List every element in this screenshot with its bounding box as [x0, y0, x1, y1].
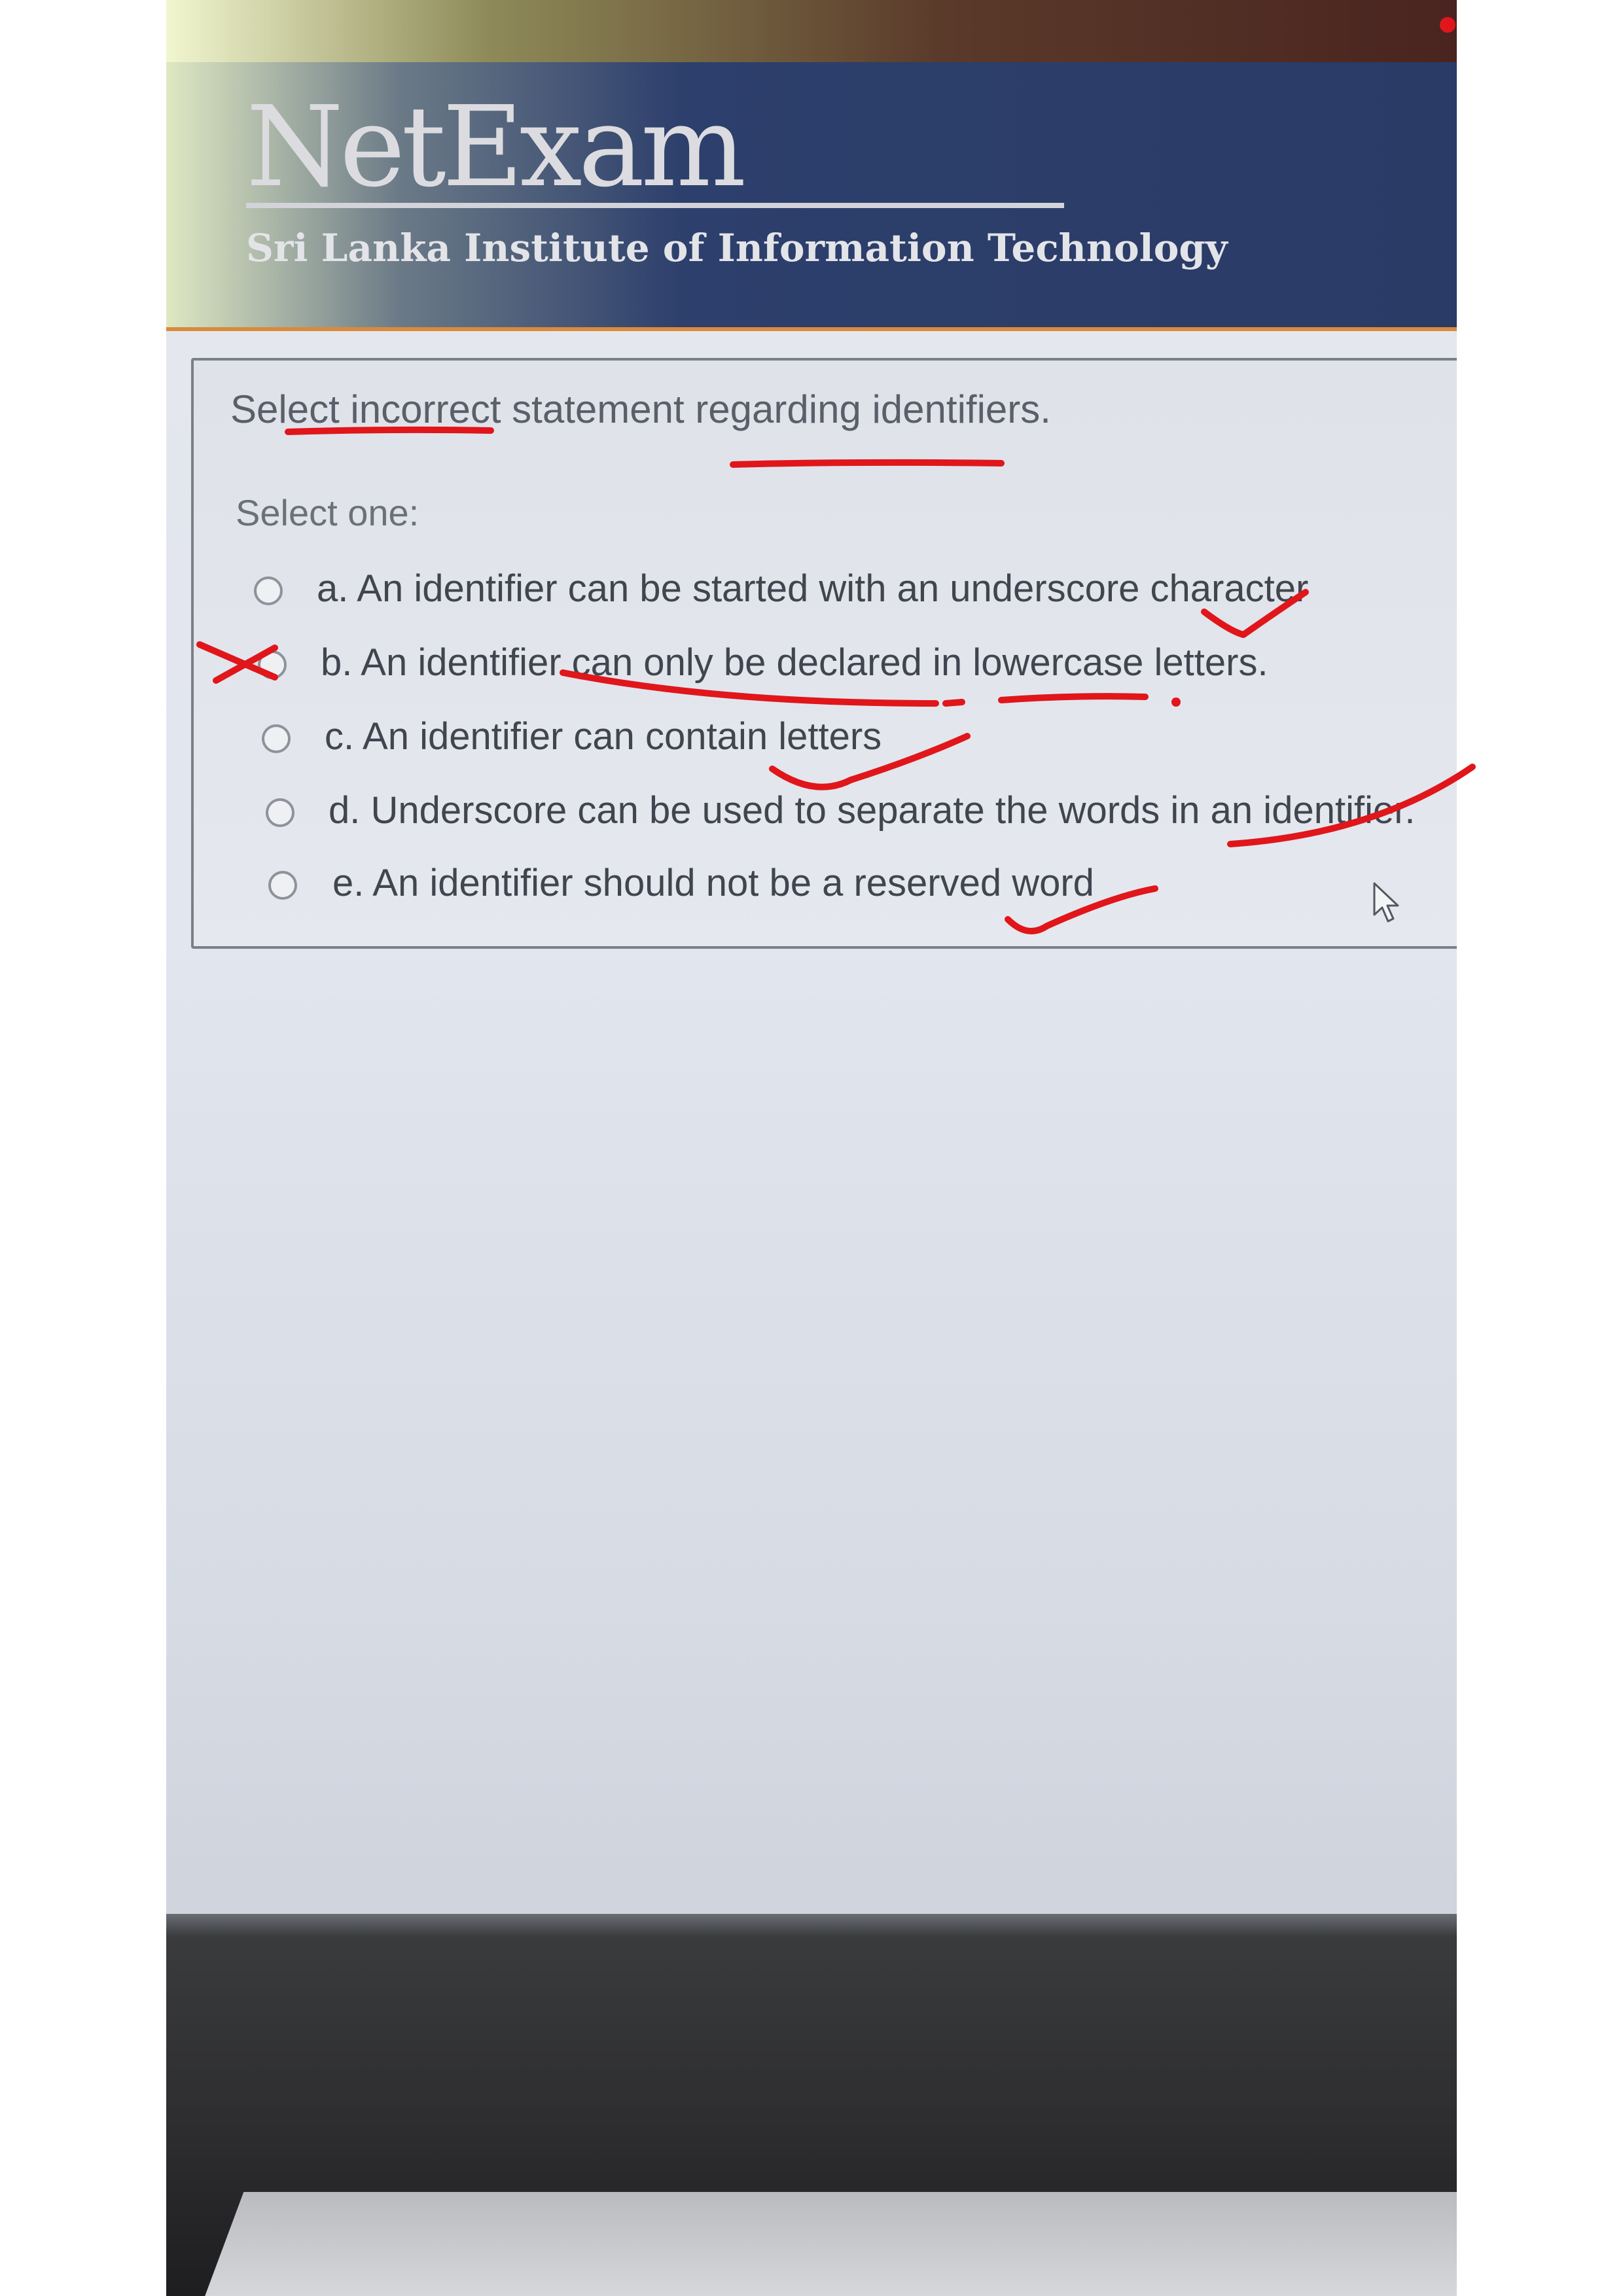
option-b-label[interactable]: b. An identifier can only be declared in…	[321, 641, 1268, 684]
option-e-radio[interactable]	[268, 871, 297, 900]
logo-subtitle: Sri Lanka Institute of Information Techn…	[246, 226, 1228, 270]
option-a-radio[interactable]	[254, 576, 283, 605]
option-d-label[interactable]: d. Underscore can be used to separate th…	[329, 788, 1415, 832]
top-background	[166, 0, 1457, 65]
question-text: Select incorrect statement regarding ide…	[230, 387, 1051, 431]
site-header: NetExam Sri Lanka Institute of Informati…	[166, 62, 1457, 331]
option-a-label[interactable]: a. An identifier can be started with an …	[317, 567, 1308, 610]
option-c-label[interactable]: c. An identifier can contain letters	[325, 715, 882, 758]
select-one-prompt: Select one:	[236, 492, 419, 533]
photo-of-screen: NetExam Sri Lanka Institute of Informati…	[166, 0, 1457, 2296]
option-e-label[interactable]: e. An identifier should not be a reserve…	[332, 861, 1094, 905]
logo-title: NetExam	[246, 82, 746, 212]
mouse-pointer-icon	[1373, 882, 1399, 923]
option-d-radio[interactable]	[266, 798, 294, 827]
logo-divider	[246, 203, 1064, 208]
option-b-radio[interactable]	[258, 650, 287, 679]
question-card: Select incorrect statement regarding ide…	[191, 358, 1457, 949]
option-c-radio[interactable]	[262, 724, 291, 753]
laptop-base	[205, 2192, 1457, 2296]
